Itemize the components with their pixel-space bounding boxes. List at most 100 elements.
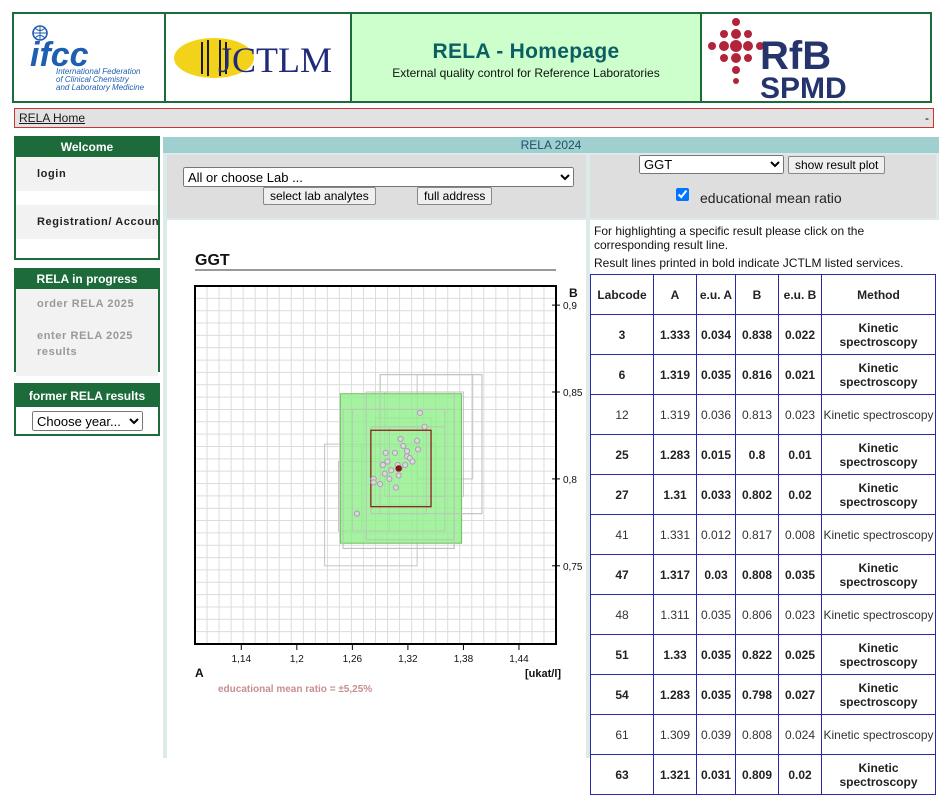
enter-results-link[interactable]: enter RELA 2025 results xyxy=(16,319,158,376)
data-point xyxy=(381,470,388,477)
method-cell: Kinetic spectroscopy xyxy=(821,674,936,715)
plot-title: GGT xyxy=(195,252,230,269)
page-title: RELA - Homepage xyxy=(432,40,620,63)
eu-b-cell: 0.025 xyxy=(778,634,822,675)
table-row[interactable]: 12 1.319 0.036 0.813 0.023 Kinetic spectrosco… xyxy=(590,394,936,435)
login-link[interactable]: login xyxy=(16,157,158,191)
eu-b-cell: 0.023 xyxy=(778,394,822,435)
data-point xyxy=(421,423,428,430)
rfb-spmd-logo: RfB SPMD xyxy=(702,14,930,105)
data-point xyxy=(403,447,411,455)
labcode-cell: 47 xyxy=(590,554,654,595)
analyte-controls: GGT show result plot educational mean ra… xyxy=(590,155,936,218)
table-row[interactable]: 63 1.321 0.031 0.809 0.02 Kinetic spectroscop… xyxy=(590,754,936,795)
data-point xyxy=(377,481,384,488)
a-cell: 1.283 xyxy=(653,674,697,715)
method-cell: Kinetic spectroscopy xyxy=(821,714,936,755)
table-row[interactable]: 6 1.319 0.035 0.816 0.021 Kinetic spectroscop… xyxy=(590,354,936,395)
info-line-1: For highlighting a specific result pleas… xyxy=(594,224,865,238)
rela-home-link[interactable]: RELA Home xyxy=(19,111,85,125)
data-point xyxy=(414,437,421,444)
former-results-panel: former RELA results Choose year... xyxy=(14,383,160,436)
x-axis-ticks: 1,14 1,2 1,26 1,32 1,38 1,44 xyxy=(232,644,529,665)
welcome-panel: Welcome login Registration/ Account xyxy=(14,136,160,260)
results-panel: For highlighting a specific result pleas… xyxy=(590,220,939,795)
table-row[interactable]: 27 1.31 0.033 0.802 0.02 Kinetic spectroscopy xyxy=(590,474,936,515)
eu-b-cell: 0.021 xyxy=(778,354,822,395)
method-cell: Kinetic spectroscopy xyxy=(821,474,936,515)
eu-a-cell: 0.036 xyxy=(696,394,736,435)
welcome-title: Welcome xyxy=(16,138,158,157)
x-tick-label: 1,2 xyxy=(290,654,304,665)
edu-mean-footnote: educational mean ratio = ±5,25% xyxy=(218,684,372,695)
data-point xyxy=(395,472,402,479)
table-row[interactable]: 61 1.309 0.039 0.808 0.024 Kinetic spectrosco… xyxy=(590,714,936,755)
table-row[interactable]: 41 1.331 0.012 0.817 0.008 Kinetic spectrosco… xyxy=(590,514,936,555)
data-point xyxy=(370,479,377,486)
eu-a-cell: 0.035 xyxy=(696,354,736,395)
eu-b-cell: 0.02 xyxy=(778,754,822,795)
highlight-info: For highlighting a specific result pleas… xyxy=(594,224,934,270)
labcode-cell: 63 xyxy=(590,754,654,795)
eu-b-cell: 0.035 xyxy=(778,554,822,595)
eu-a-cell: 0.03 xyxy=(696,554,736,595)
x-tick-label: 1,14 xyxy=(232,654,252,665)
analyte-select[interactable]: GGT xyxy=(639,155,784,174)
b-cell: 0.808 xyxy=(735,714,779,755)
data-point xyxy=(409,458,416,465)
registration-link[interactable]: Registration/ Account xyxy=(16,205,158,239)
table-row[interactable]: 48 1.311 0.035 0.806 0.023 Kinetic spectrosco… xyxy=(590,594,936,635)
col-method: Method xyxy=(821,274,936,315)
result-plot[interactable]: GGT 1,14 1,2 1,26 1,32 1,38 1,44 0,9 0,85 0,8 0,… xyxy=(167,220,586,758)
b-cell: 0.809 xyxy=(735,754,779,795)
data-point xyxy=(416,409,424,416)
b-cell: 0.817 xyxy=(735,514,779,555)
full-address-button[interactable]: full address xyxy=(417,187,493,205)
axis-a-label: A xyxy=(195,666,204,680)
b-cell: 0.813 xyxy=(735,394,779,435)
method-cell: Kinetic spectroscopy xyxy=(821,394,936,435)
a-cell: 1.283 xyxy=(653,434,697,475)
lab-select[interactable]: All or choose Lab ... xyxy=(183,167,574,187)
data-point xyxy=(379,461,387,469)
edu-mean-checkbox[interactable] xyxy=(676,188,689,201)
table-header-row: Labcode A e.u. A B e.u. B Method xyxy=(590,274,936,315)
table-row[interactable]: 3 1.333 0.034 0.838 0.022 Kinetic spectroscop… xyxy=(590,314,936,355)
labcode-cell: 25 xyxy=(590,434,654,475)
table-row[interactable]: 54 1.283 0.035 0.798 0.027 Kinetic spectrosco… xyxy=(590,674,936,715)
a-cell: 1.333 xyxy=(653,314,697,355)
table-row[interactable]: 25 1.283 0.015 0.8 0.01 Kinetic spectroscopy xyxy=(590,434,936,475)
eu-a-cell: 0.033 xyxy=(696,474,736,515)
progress-title: RELA in progress xyxy=(16,270,158,289)
x-tick-label: 1,38 xyxy=(454,654,474,665)
table-row[interactable]: 51 1.33 0.035 0.822 0.025 Kinetic spectroscop… xyxy=(590,634,936,675)
svg-text:JCTLM: JCTLM xyxy=(218,40,332,80)
year-select[interactable]: Choose year... xyxy=(32,411,143,431)
x-tick-label: 1,26 xyxy=(343,654,363,665)
order-rela-link[interactable]: order RELA 2025 xyxy=(16,289,158,319)
a-cell: 1.331 xyxy=(653,514,697,555)
eu-b-cell: 0.01 xyxy=(778,434,822,475)
svg-text:SPMD: SPMD xyxy=(760,72,847,101)
former-title: former RELA results xyxy=(16,385,158,407)
table-row[interactable]: 47 1.317 0.03 0.808 0.035 Kinetic spectroscop… xyxy=(590,554,936,595)
y-tick-label: 0,75 xyxy=(563,562,583,573)
select-lab-analytes-button[interactable]: select lab analytes xyxy=(263,187,376,205)
show-result-plot-button[interactable]: show result plot xyxy=(788,156,886,174)
eu-a-cell: 0.035 xyxy=(696,674,736,715)
title-banner: RELA - Homepage External quality control… xyxy=(352,14,702,101)
labcode-cell: 61 xyxy=(590,714,654,755)
y-tick-label: 0,85 xyxy=(563,388,583,399)
a-cell: 1.317 xyxy=(653,554,697,595)
eu-a-cell: 0.039 xyxy=(696,714,736,755)
edu-mean-label: educational mean ratio xyxy=(700,190,842,206)
data-point xyxy=(388,467,395,474)
data-point xyxy=(384,458,391,465)
eu-b-cell: 0.02 xyxy=(778,474,822,515)
y-tick-label: 0,9 xyxy=(563,301,577,312)
labcode-cell: 41 xyxy=(590,514,654,555)
nav-separator: - xyxy=(925,111,929,125)
data-point xyxy=(382,449,389,456)
lab-controls: All or choose Lab ... select lab analyte… xyxy=(167,155,586,218)
data-point xyxy=(386,475,393,483)
